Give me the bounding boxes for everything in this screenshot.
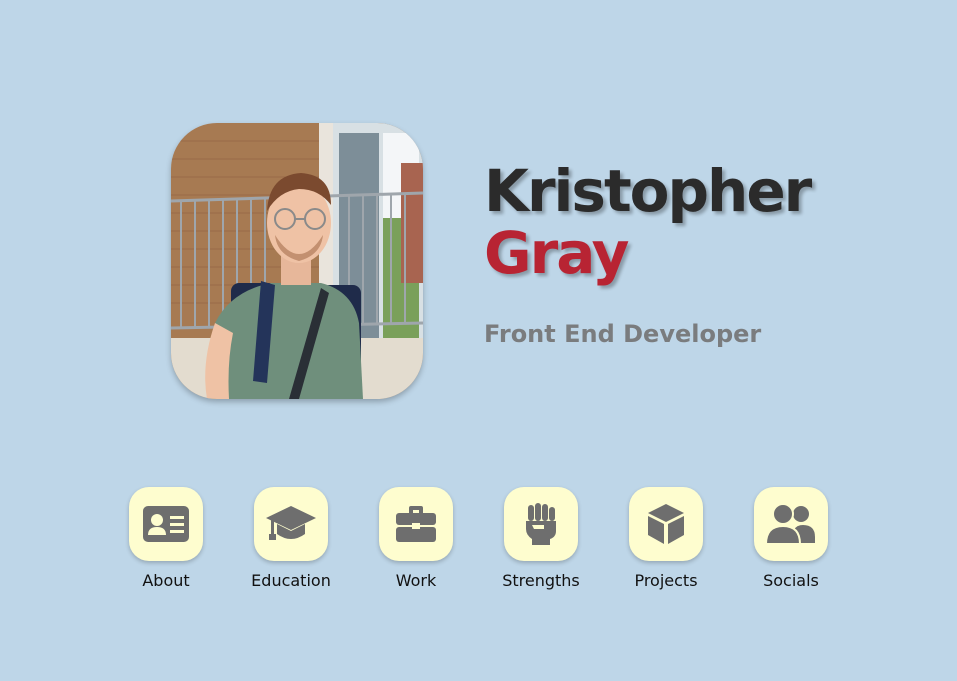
first-name: Kristopher — [484, 157, 812, 225]
nav-tile-about[interactable] — [129, 487, 203, 561]
nav-item-projects[interactable]: Projects — [616, 487, 716, 590]
name-heading: Kristopher Gray — [484, 157, 812, 287]
nav-label-strengths: Strengths — [502, 571, 580, 590]
nav-item-socials[interactable]: Socials — [741, 487, 841, 590]
briefcase-icon — [396, 506, 436, 542]
cube-icon — [648, 504, 684, 544]
nav-label-projects: Projects — [634, 571, 698, 590]
fist-icon — [526, 503, 556, 545]
nav-label-work: Work — [395, 571, 437, 590]
profile-photo — [171, 123, 423, 399]
nav-tile-strengths[interactable] — [504, 487, 578, 561]
nav-item-education[interactable]: Education — [241, 487, 341, 590]
section-nav: About Education Work Strengths Projects … — [116, 487, 841, 597]
nav-tile-work[interactable] — [379, 487, 453, 561]
nav-item-about[interactable]: About — [116, 487, 216, 590]
nav-tile-socials[interactable] — [754, 487, 828, 561]
job-title: Front End Developer — [484, 320, 762, 348]
nav-label-socials: Socials — [763, 571, 819, 590]
profile-photo-image — [171, 123, 423, 399]
nav-tile-education[interactable] — [254, 487, 328, 561]
users-icon — [765, 503, 815, 545]
nav-item-work[interactable]: Work — [366, 487, 466, 590]
nav-label-education: Education — [251, 571, 331, 590]
nav-label-about: About — [142, 571, 190, 590]
graduation-cap-icon — [266, 506, 316, 540]
id-card-icon — [143, 506, 189, 542]
nav-item-strengths[interactable]: Strengths — [491, 487, 591, 590]
hero-section: Kristopher Gray Front End Developer Abou… — [0, 0, 957, 681]
last-name: Gray — [484, 219, 629, 287]
nav-tile-projects[interactable] — [629, 487, 703, 561]
